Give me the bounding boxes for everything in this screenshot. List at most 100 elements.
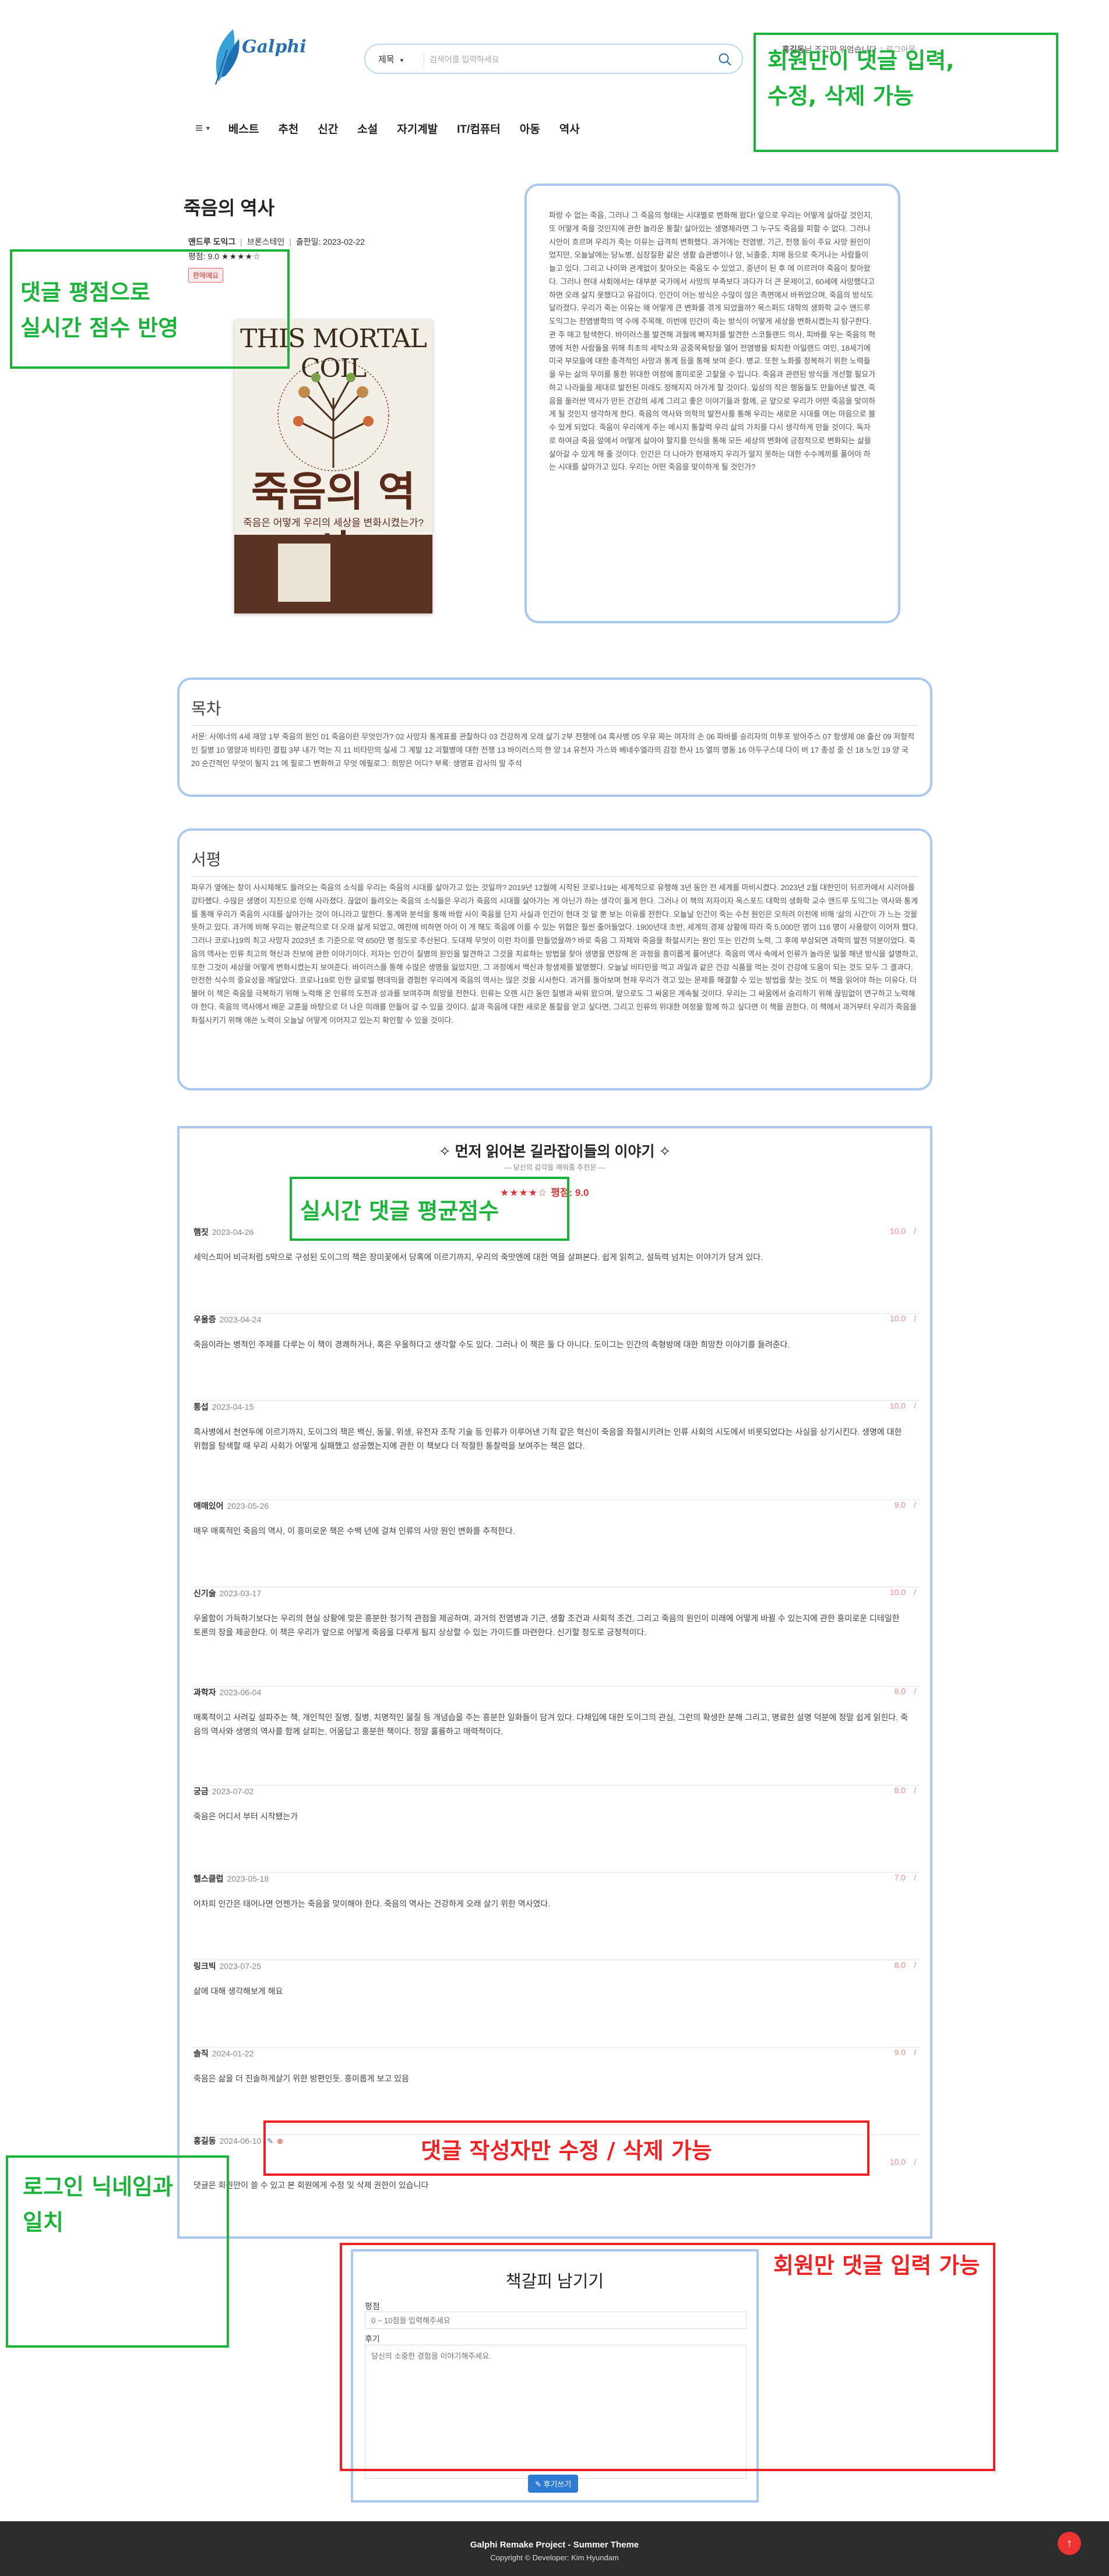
search-input[interactable]	[429, 51, 698, 68]
comment-score-slash: /	[914, 1686, 916, 1696]
submit-review-button[interactable]: ✎ 후기쓰기	[528, 2475, 579, 2493]
comment-score-slash: /	[914, 1226, 916, 1236]
book-intro-text: 파랑 수 없는 죽음, 그러나 그 죽음의 형태는 시대별로 변화해 왔다! 앞…	[549, 211, 876, 472]
menu-toggle-button[interactable]: ≡ ▾	[195, 121, 210, 136]
comment-score: 7.0	[894, 1873, 906, 1882]
book-intro-box: 파랑 수 없는 죽음, 그러나 그 죽음의 형태는 시대별로 변화해 왔다! 앞…	[524, 184, 900, 623]
comment-user: 햄짓	[193, 1227, 209, 1237]
review-title: 서평	[191, 847, 918, 877]
comment-user: 링크빅	[193, 1961, 216, 1971]
toc-section: 목차 서문: 사에너의 4세 재앙 1부 죽음의 원인 01 죽음이란 무엇인가…	[177, 677, 932, 797]
comments-title: ✧ 먼저 읽어본 길라잡이들의 이야기 ✧	[438, 1144, 671, 1160]
comment-score: 10.0	[889, 1587, 906, 1597]
comment-text: 우울함이 가득하기보다는 우리의 현실 상황에 맞은 흥분한 정기적 관점을 제…	[193, 1614, 900, 1637]
comment-item: 우울증 2023-04-24 10.0 / 죽음이라는 병적인 주제를 다루는 이 …	[193, 1314, 921, 1401]
comment-text: 세익스피어 비극처럼 5막으로 구성된 도이그의 책은 장미꽃에서 당혹에 이르…	[193, 1252, 763, 1262]
main-nav: ≡ ▾ 베스트 추천 신간 소설 자기계발 IT/컴퓨터 아동 역사	[195, 117, 599, 140]
comment-date: 2023-07-25	[219, 1961, 262, 1971]
comment-score: 10.0	[889, 1314, 906, 1323]
nav-item-novel[interactable]: 소설	[357, 121, 378, 136]
comments-subtitle: — 당신의 감각을 깨워줄 추천문 —	[504, 1163, 605, 1171]
comment-date: 2024-06-10	[219, 2136, 262, 2146]
nav-item-best[interactable]: 베스트	[228, 121, 259, 136]
annotation-realtime-score: 댓글 평점으로 실시간 점수 반영	[10, 249, 290, 369]
comment-user: 우울증	[193, 1315, 216, 1324]
comment-date: 2023-04-15	[212, 1402, 254, 1411]
comment-score: 10.0	[889, 1401, 906, 1410]
comment-item: 궁금 2023-07-02 8.0 / 죽음은 어디서 부터 시작됐는가	[193, 1785, 921, 1873]
nav-item-new[interactable]: 신간	[318, 121, 338, 136]
review-text: 파우가 옆에는 창이 사시체해도 들려오는 죽음의 소식을 우리는 죽음의 시대…	[191, 883, 918, 1025]
nav-item-kids[interactable]: 아동	[520, 121, 540, 136]
comment-text: 댓글은 회원만이 쓸 수 있고 본 회원에게 수정 및 삭제 권한이 있습니다	[193, 2180, 429, 2190]
search-icon[interactable]	[717, 52, 733, 67]
scroll-top-button[interactable]: ↑	[1058, 2532, 1081, 2555]
comment-date: 2023-04-24	[219, 1315, 262, 1324]
comment-date: 2023-05-26	[227, 1501, 269, 1511]
comment-user: 궁금	[193, 1787, 209, 1796]
book-meta: 앤드루 도익그 | 브론스테인 | 출판일: 2023-02-22	[188, 236, 365, 248]
comment-score: 10.0	[889, 1226, 906, 1236]
comment-score-slash: /	[914, 1500, 916, 1509]
search-type-label: 제목	[378, 55, 395, 65]
comment-score-slash: /	[914, 2157, 916, 2166]
comment-score: 9.0	[894, 1500, 906, 1509]
comment-user: 애매있어	[193, 1501, 224, 1511]
nav-item-selfhelp[interactable]: 자기계발	[397, 121, 438, 136]
comment-text: 죽음은 삶을 더 진솔하게살기 위한 방편인듯. 흥미롭게 보고 있음	[193, 2074, 409, 2083]
site-logo[interactable]: Galphi	[207, 26, 307, 90]
comment-item: 통섭 2023-04-15 10.0 / 흑사병에서 천연두에 이르기까지, 도이그…	[193, 1401, 921, 1500]
annotation-author-only: 댓글 작성자만 수정 / 삭제 가능	[263, 2120, 869, 2176]
nav-item-it[interactable]: IT/컴퓨터	[457, 121, 501, 136]
hamburger-icon: ≡	[195, 121, 203, 135]
comment-score-slash: /	[914, 1314, 916, 1323]
chevron-down-icon: ▾	[400, 57, 404, 64]
comment-score-slash: /	[914, 1960, 916, 1970]
search-type-select[interactable]: 제목 ▾	[378, 53, 403, 65]
annotation-members-only: 회원만이 댓글 입력, 수정, 삭제 가능	[754, 33, 1058, 152]
divider: |	[240, 237, 242, 246]
comment-user: 솔직	[193, 2049, 209, 2058]
book-publisher: 브론스테인	[247, 237, 285, 246]
search-bar: 제목 ▾	[364, 44, 743, 74]
comment-item: 링크빅 2023-07-25 8.0 / 삶에 대해 생각해보게 해요	[193, 1960, 921, 2048]
comment-text: 매혹적이고 사려깊 설파주는 책, 개인적인 질병, 질병, 치명적인 물질 등…	[193, 1713, 908, 1736]
comment-text: 매우 매혹적인 죽음의 역사, 이 흥미로운 책은 수백 년에 걸쳐 인류의 사…	[193, 1526, 515, 1536]
cover-subtitle: 죽음은 어떻게 우리의 세상을 변화시켰는가?	[243, 517, 424, 528]
comment-score: 8.0	[894, 1686, 906, 1696]
comment-text: 삶에 대해 생각해보게 해요	[193, 1986, 283, 1996]
comment-text: 죽음이라는 병적인 주제를 다루는 이 책이 경쾌하거나, 혹은 우울하다고 생…	[193, 1340, 790, 1349]
comment-score-slash: /	[914, 1401, 916, 1410]
comments-section: ✧ 먼저 읽어본 길라잡이들의 이야기 ✧ — 당신의 감각을 깨워줄 추천문 …	[177, 1126, 932, 2239]
book-author[interactable]: 앤드루 도익그	[188, 237, 235, 246]
comment-item: 신기술 2023-03-17 10.0 / 우울함이 가득하기보다는 우리의 현실 …	[193, 1587, 921, 1686]
comment-score: 8.0	[894, 1785, 906, 1795]
comment-item: 헬스클럽 2023-05-18 7.0 / 어차피 인간은 태어나면 언젠가는 죽음…	[193, 1873, 921, 1960]
annotation-login-match: 로그인 닉네임과 일치	[6, 2155, 229, 2348]
site-footer: Galphi Remake Project - Summer Theme Cop…	[0, 2521, 1109, 2576]
footer-copyright: Copyright © Developer: Kim Hyundam	[490, 2553, 619, 2562]
comment-user: 통섭	[193, 1402, 209, 1411]
toc-title: 목차	[191, 696, 918, 726]
comment-date: 2023-06-04	[219, 1688, 262, 1697]
comment-date: 2023-07-02	[212, 1787, 254, 1796]
comment-item: 과학자 2023-06-04 8.0 / 매혹적이고 사려깊 설파주는 책, 개인적…	[193, 1686, 921, 1785]
review-section: 서평 파우가 옆에는 창이 사시체해도 들려오는 죽음의 소식을 우리는 죽음의…	[177, 828, 932, 1091]
comment-text: 흑사병에서 천연두에 이르기까지, 도이그의 책은 백신, 동물, 위생, 유전…	[193, 1427, 902, 1451]
comment-date: 2023-04-26	[212, 1227, 254, 1237]
annotation-average-score: 실시간 댓글 평균점수	[290, 1177, 569, 1241]
comment-score: 8.0	[894, 1960, 906, 1970]
comment-score-slash: /	[914, 1873, 916, 1882]
nav-item-recommend[interactable]: 추천	[278, 121, 298, 136]
comment-date: 2024-01-22	[212, 2049, 254, 2058]
comment-user: 신기술	[193, 1589, 216, 1598]
comment-text: 어차피 인간은 태어나면 언젠가는 죽음을 맞이해야 한다. 죽음의 역사는 건…	[193, 1899, 551, 1908]
arrow-up-icon: ↑	[1066, 2537, 1072, 2550]
book-title: 죽음의 역사	[184, 197, 275, 218]
comment-score: 10.0	[889, 2157, 906, 2166]
toc-text: 서문: 사에너의 4세 재앙 1부 죽음의 원인 01 죽음이란 무엇인가? 0…	[191, 732, 915, 768]
nav-item-history[interactable]: 역사	[559, 121, 580, 136]
cover-bottom-panel	[234, 535, 432, 613]
annotation-members-input: 회원만 댓글 입력 가능	[340, 2243, 995, 2471]
comment-score-slash: /	[914, 1785, 916, 1795]
